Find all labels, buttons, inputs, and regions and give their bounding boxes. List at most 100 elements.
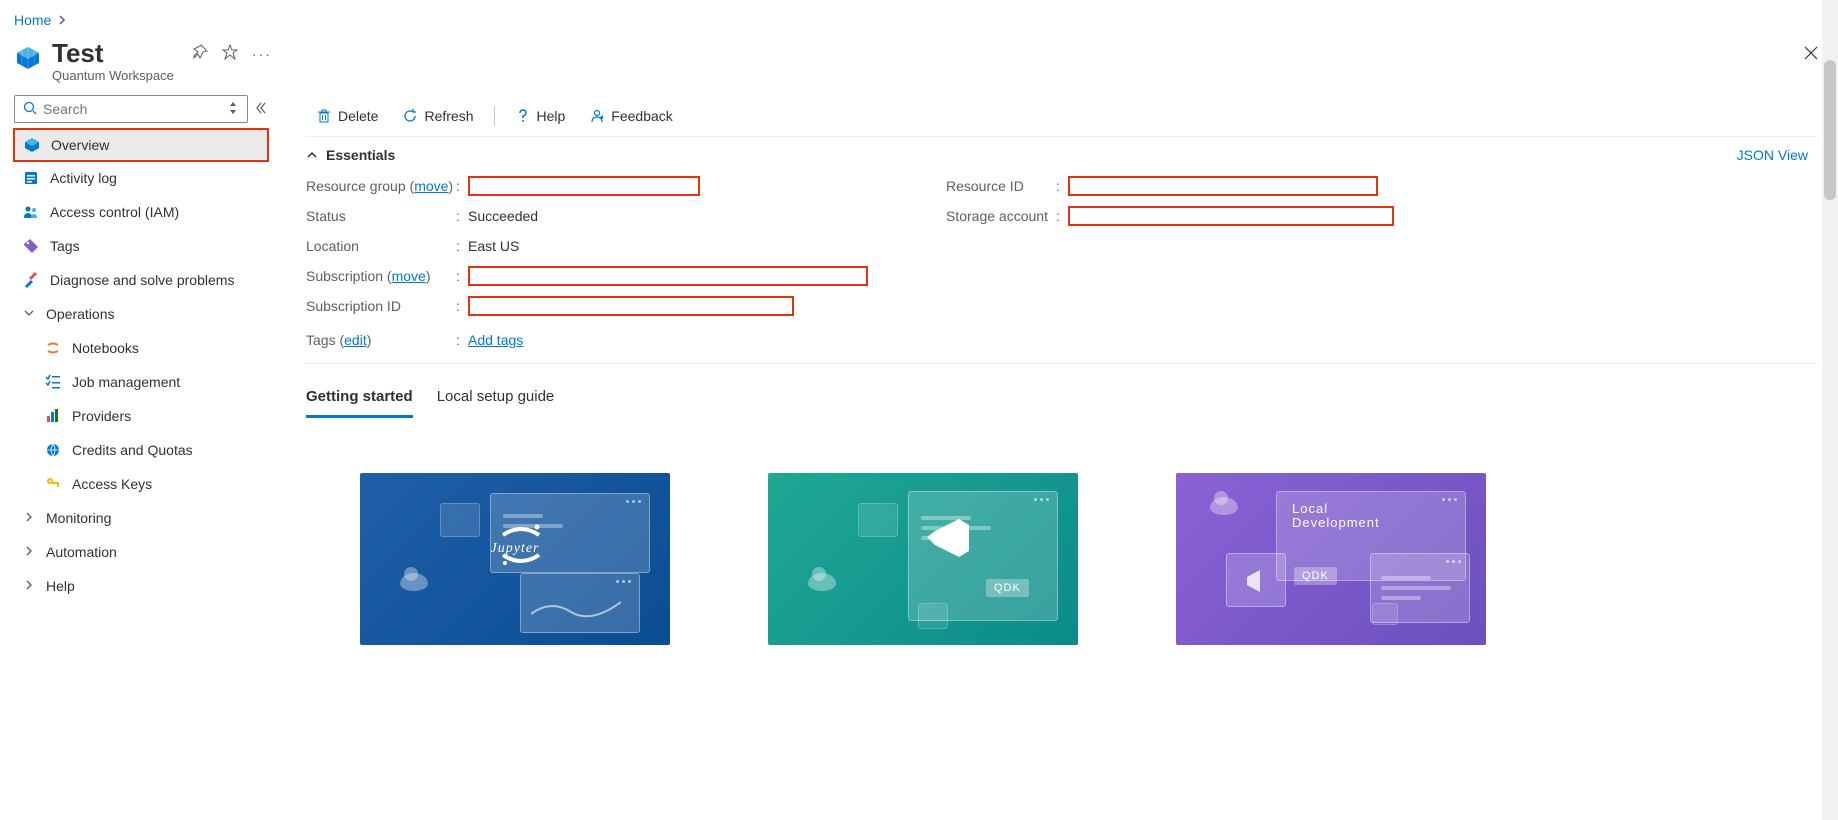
delete-button[interactable]: Delete (306, 100, 388, 132)
sidebar-label: Access Keys (72, 476, 152, 492)
sidebar-label: Overview (51, 137, 109, 153)
chevron-down-icon (22, 307, 36, 321)
sidebar-item-diagnose[interactable]: Diagnose and solve problems (14, 263, 268, 297)
sidebar-item-access-control[interactable]: Access control (IAM) (14, 195, 268, 229)
value-location: East US (468, 238, 519, 254)
value-subscription-id (468, 296, 794, 316)
card-vscode-qdk[interactable]: QDK (768, 473, 1078, 645)
sidebar-group-help[interactable]: Help (14, 569, 268, 603)
sidebar-item-providers[interactable]: Providers (14, 399, 268, 433)
json-view-link[interactable]: JSON View (1737, 147, 1808, 163)
sort-icon[interactable] (227, 102, 239, 117)
button-label: Feedback (611, 108, 672, 124)
tab-local-setup[interactable]: Local setup guide (437, 382, 555, 418)
edit-tags-link[interactable]: edit (344, 332, 367, 348)
qdk-badge: QDK (1294, 567, 1337, 585)
card-label: Jupyter (491, 541, 540, 557)
sidebar-group-automation[interactable]: Automation (14, 535, 268, 569)
sidebar-label: Access control (IAM) (50, 204, 179, 220)
sidebar-group-operations[interactable]: Operations (14, 297, 268, 331)
button-label: Refresh (424, 108, 473, 124)
sidebar-item-overview[interactable]: Overview (13, 128, 269, 162)
scrollbar-thumb[interactable] (1824, 60, 1836, 200)
button-label: Delete (338, 108, 378, 124)
page-subtitle: Quantum Workspace (52, 68, 174, 83)
label-tags: Tags (edit) (306, 332, 456, 348)
move-link[interactable]: move (392, 268, 426, 284)
vscode-icon (1241, 568, 1267, 594)
move-link[interactable]: move (414, 178, 448, 194)
sidebar-item-tags[interactable]: Tags (14, 229, 268, 263)
page-title: Test (52, 40, 174, 66)
main-content: Delete Refresh Help Feedback JSON View E… (282, 95, 1838, 645)
sidebar-item-credits[interactable]: Credits and Quotas (14, 433, 268, 467)
value-resource-group (468, 176, 700, 196)
cube-icon (23, 137, 41, 153)
sidebar-label: Providers (72, 408, 131, 424)
jupyter-icon (44, 340, 62, 356)
sidebar: Overview Activity log Access control (IA… (0, 95, 282, 645)
quantum-workspace-icon (14, 44, 42, 72)
card-local-development[interactable]: Local Development QDK (1176, 473, 1486, 645)
sidebar-label: Help (46, 578, 75, 594)
more-icon[interactable]: ··· (252, 46, 272, 62)
vscode-icon (925, 515, 971, 561)
people-icon (22, 204, 40, 220)
scrollbar[interactable] (1822, 0, 1838, 820)
tab-getting-started[interactable]: Getting started (306, 382, 413, 418)
add-tags-link[interactable]: Add tags (468, 332, 523, 348)
sidebar-label: Monitoring (46, 510, 111, 526)
sidebar-item-job-management[interactable]: Job management (14, 365, 268, 399)
cards-row: Jupyter QDK (306, 473, 1818, 645)
label-resource-id: Resource ID (946, 178, 1056, 194)
pin-icon[interactable] (192, 44, 208, 63)
chevron-up-icon (306, 149, 318, 161)
value-resource-id (1068, 176, 1378, 196)
essentials-section: Essentials Resource group (move) : Statu… (306, 137, 1818, 364)
sidebar-item-notebooks[interactable]: Notebooks (14, 331, 268, 365)
chevron-right-icon (22, 579, 36, 593)
value-subscription (468, 266, 868, 286)
chevron-right-icon (57, 12, 67, 28)
sidebar-label: Operations (46, 306, 114, 322)
sidebar-label: Notebooks (72, 340, 139, 356)
sidebar-label: Diagnose and solve problems (50, 272, 234, 288)
card-jupyter[interactable]: Jupyter (360, 473, 670, 645)
sidebar-label: Job management (72, 374, 180, 390)
label-resource-group: Resource group (move) (306, 178, 456, 194)
button-label: Help (537, 108, 566, 124)
help-button[interactable]: Help (505, 100, 576, 132)
qdk-badge: QDK (986, 579, 1029, 597)
collapse-sidebar-icon[interactable] (254, 101, 268, 118)
chart-icon (44, 408, 62, 424)
sidebar-item-access-keys[interactable]: Access Keys (14, 467, 268, 501)
tag-icon (22, 238, 40, 254)
label-storage-account: Storage account (946, 208, 1056, 224)
essentials-toggle[interactable]: Essentials (306, 137, 1818, 171)
sidebar-group-monitoring[interactable]: Monitoring (14, 501, 268, 535)
label-location: Location (306, 238, 456, 254)
sidebar-label: Tags (50, 238, 80, 254)
sidebar-label: Automation (46, 544, 117, 560)
sidebar-label: Credits and Quotas (72, 442, 193, 458)
key-icon (44, 476, 62, 492)
breadcrumb: Home (0, 0, 1838, 32)
breadcrumb-home-link[interactable]: Home (14, 12, 51, 28)
chevron-right-icon (22, 511, 36, 525)
card-label-line1: Local (1292, 501, 1328, 516)
card-label-line2: Development (1292, 515, 1380, 530)
tools-icon (22, 272, 40, 288)
label-subscription-id: Subscription ID (306, 298, 456, 314)
search-icon (23, 101, 37, 118)
search-input-container[interactable] (14, 95, 248, 123)
toolbar: Delete Refresh Help Feedback (306, 95, 1818, 137)
star-icon[interactable] (222, 44, 238, 63)
log-icon (22, 170, 40, 186)
feedback-button[interactable]: Feedback (579, 100, 682, 132)
sidebar-item-activity-log[interactable]: Activity log (14, 161, 268, 195)
label-status: Status (306, 208, 456, 224)
refresh-button[interactable]: Refresh (392, 100, 483, 132)
tabs: Getting started Local setup guide (306, 382, 1818, 419)
value-status: Succeeded (468, 208, 538, 224)
search-input[interactable] (43, 101, 227, 117)
